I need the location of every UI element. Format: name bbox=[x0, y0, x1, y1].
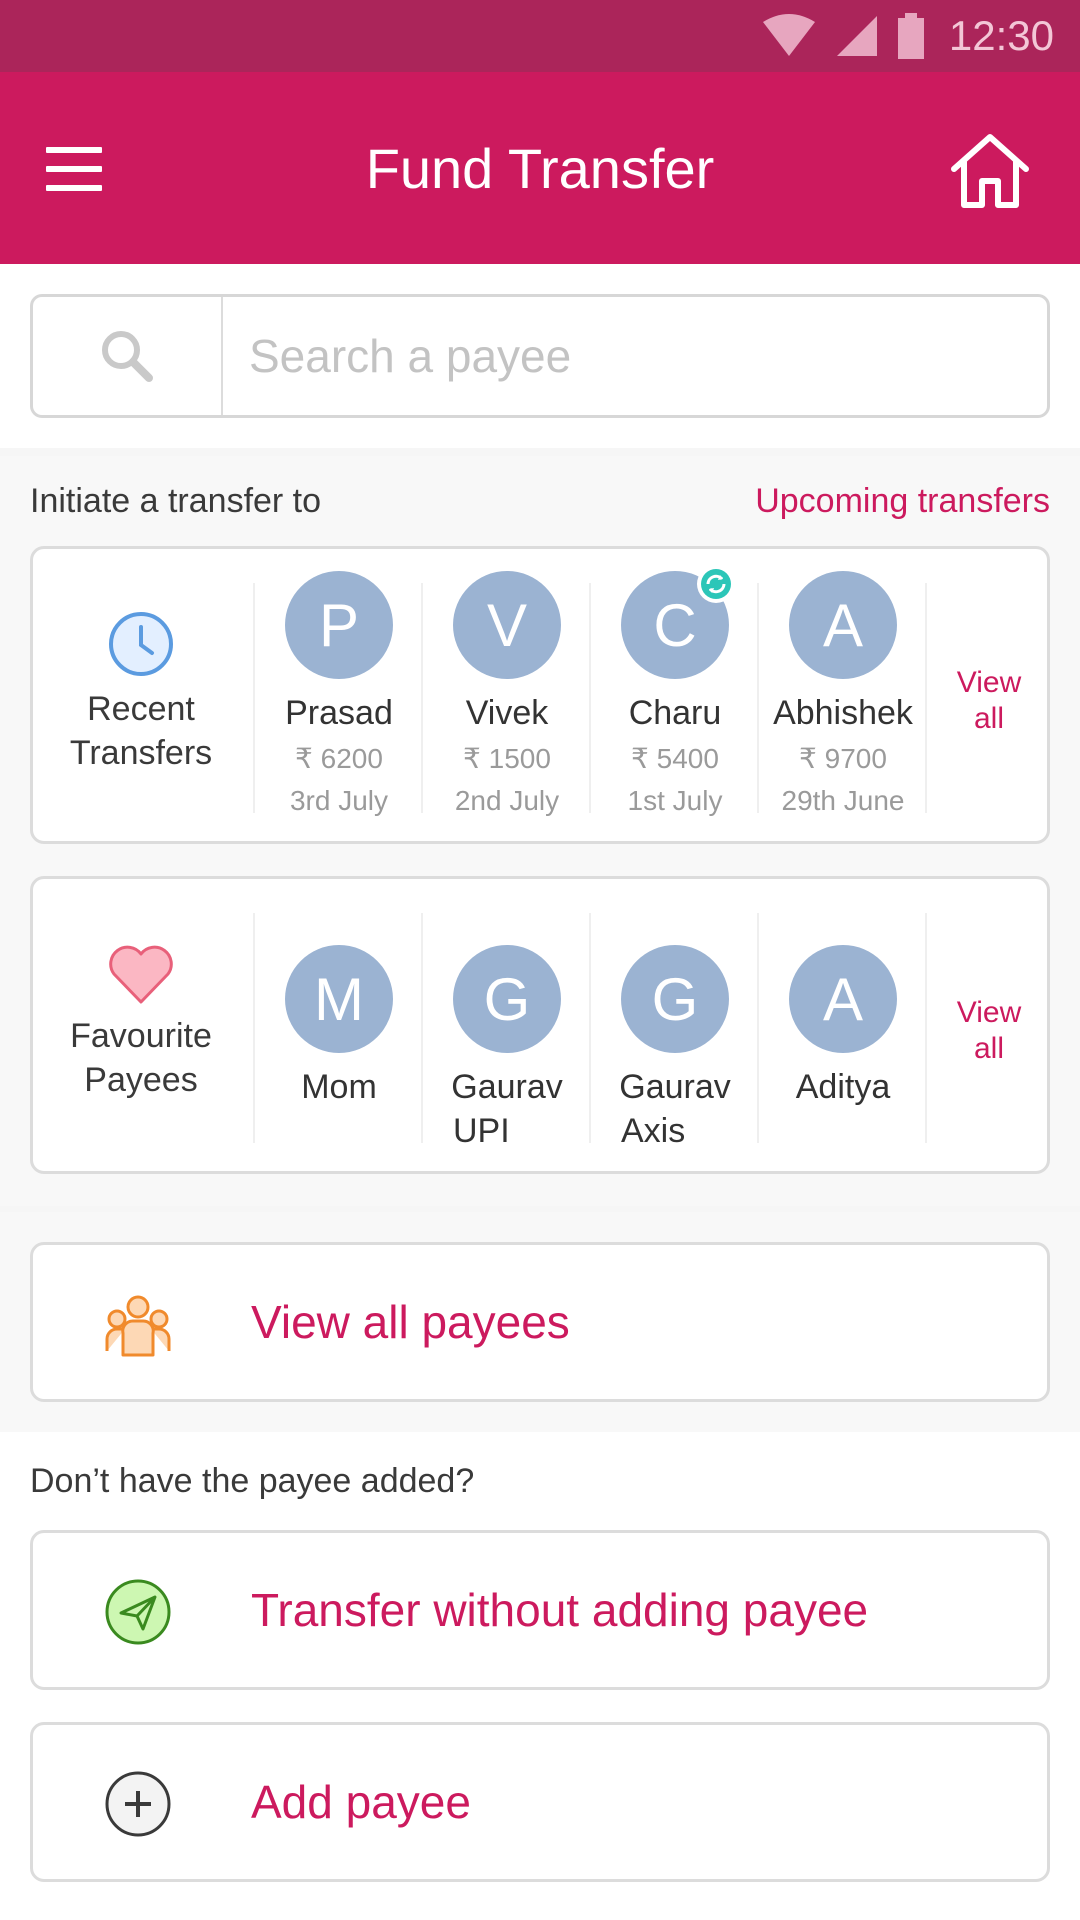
fav-label-line2: Payees bbox=[84, 1061, 198, 1099]
transfer-amount: ₹ 5400 bbox=[631, 743, 719, 774]
favourite-payees-label: Favourite Payees bbox=[41, 1014, 241, 1102]
avatar: M bbox=[285, 945, 393, 1053]
recurring-icon bbox=[697, 565, 735, 603]
divider bbox=[925, 583, 927, 813]
person-name: Abhishek bbox=[773, 694, 913, 732]
initiate-heading: Initiate a transfer to bbox=[30, 482, 322, 520]
favourites-view-all-link[interactable]: View all bbox=[937, 995, 1041, 1067]
recent-person-vivek[interactable]: V Vivek ₹ 1500 2nd July bbox=[423, 571, 591, 823]
payee-name: Mom bbox=[255, 1065, 423, 1109]
search-icon-cell bbox=[33, 297, 223, 415]
view-all-line1: View bbox=[956, 996, 1022, 1029]
add-payee-button[interactable]: Add payee bbox=[30, 1722, 1050, 1882]
favourite-payee-mom[interactable]: M Mom bbox=[255, 945, 423, 1109]
search-input[interactable] bbox=[223, 297, 1047, 415]
favourite-payees-lead[interactable]: Favourite Payees bbox=[33, 879, 249, 1171]
upcoming-transfers-link[interactable]: Upcoming transfers bbox=[755, 482, 1050, 521]
recent-label-line1: Recent bbox=[87, 690, 195, 728]
initiate-section: Initiate a transfer to Upcoming transfer… bbox=[0, 456, 1080, 1206]
avatar: V bbox=[453, 571, 561, 679]
search-box[interactable] bbox=[30, 294, 1050, 418]
payee-name-line2: Axis bbox=[621, 1112, 686, 1150]
avatar: G bbox=[453, 945, 561, 1053]
person-name: Charu bbox=[628, 694, 722, 732]
view-all-line1: View bbox=[956, 666, 1022, 699]
avatar: P bbox=[285, 571, 393, 679]
avatar: A bbox=[789, 945, 897, 1053]
recent-transfers-card: Recent Transfers P Prasad ₹ 6200 3rd Jul… bbox=[30, 546, 1050, 844]
favourite-payee-gaurav-axis[interactable]: G Gaurav Axis bbox=[591, 945, 759, 1153]
send-icon bbox=[105, 1579, 171, 1645]
recent-person-abhishek[interactable]: A Abhishek ₹ 9700 29th June bbox=[759, 571, 927, 823]
payee-name: Aditya bbox=[759, 1065, 927, 1109]
transfer-amount: ₹ 9700 bbox=[799, 743, 887, 774]
no-payee-heading: Don’t have the payee added? bbox=[30, 1462, 475, 1500]
home-icon[interactable] bbox=[948, 129, 1032, 213]
menu-icon[interactable] bbox=[46, 147, 106, 191]
payee-name-line1: Mom bbox=[301, 1068, 377, 1106]
app-bar: Fund Transfer bbox=[0, 72, 1080, 264]
recent-person-prasad[interactable]: P Prasad ₹ 6200 3rd July bbox=[255, 571, 423, 823]
person-name: Prasad bbox=[285, 694, 393, 732]
payee-name: Gaurav Axis bbox=[591, 1065, 759, 1153]
recent-view-all-link[interactable]: View all bbox=[937, 665, 1041, 737]
avatar-initial: C bbox=[653, 591, 697, 659]
payee-name-line1: Gaurav bbox=[619, 1068, 731, 1106]
page-title: Fund Transfer bbox=[365, 136, 715, 200]
favourite-payee-aditya[interactable]: A Aditya bbox=[759, 945, 927, 1109]
recent-person-charu[interactable]: C Charu ₹ 5400 1st July bbox=[591, 565, 759, 823]
transfer-amount: ₹ 1500 bbox=[463, 743, 551, 774]
transfer-date: 2nd July bbox=[454, 785, 560, 816]
recent-transfers-lead[interactable]: Recent Transfers bbox=[33, 549, 249, 841]
wifi-icon bbox=[762, 14, 815, 56]
view-all-line2: all bbox=[973, 702, 1004, 735]
payee-name-line1: Gaurav bbox=[451, 1068, 563, 1106]
recent-transfers-label: Recent Transfers bbox=[41, 687, 241, 775]
no-payee-section: Don’t have the payee added? Transfer wit… bbox=[0, 1432, 1080, 1920]
person-name: Vivek bbox=[465, 694, 549, 732]
avatar: G bbox=[621, 945, 729, 1053]
payee-name: Gaurav UPI bbox=[423, 1065, 591, 1153]
heart-icon bbox=[109, 945, 173, 1004]
favourite-payee-gaurav-upi[interactable]: G Gaurav UPI bbox=[423, 945, 591, 1153]
plus-circle-icon bbox=[105, 1771, 171, 1837]
recent-label-line2: Transfers bbox=[69, 734, 213, 772]
payee-name-line1: Aditya bbox=[795, 1068, 891, 1106]
view-all-line2: all bbox=[973, 1032, 1004, 1065]
battery-icon bbox=[897, 13, 924, 59]
add-payee-label: Add payee bbox=[251, 1776, 471, 1828]
divider bbox=[925, 913, 927, 1143]
view-all-payees-section: View all payees bbox=[0, 1212, 1080, 1432]
transfer-date: 29th June bbox=[781, 785, 905, 816]
transfer-amount: ₹ 6200 bbox=[295, 743, 383, 774]
transfer-date: 3rd July bbox=[289, 785, 389, 816]
group-icon bbox=[105, 1295, 171, 1357]
transfer-without-payee-button[interactable]: Transfer without adding payee bbox=[30, 1530, 1050, 1690]
signal-icon bbox=[836, 16, 877, 56]
view-all-payees-label: View all payees bbox=[251, 1296, 570, 1348]
transfer-without-payee-label: Transfer without adding payee bbox=[251, 1584, 869, 1636]
avatar: A bbox=[789, 571, 897, 679]
favourite-payees-card: Favourite Payees M Mom G Gaurav UPI G Ga… bbox=[30, 876, 1050, 1174]
status-bar: 12:30 bbox=[0, 0, 1080, 72]
transfer-date: 1st July bbox=[627, 785, 723, 816]
payee-name-line2: UPI bbox=[453, 1112, 510, 1150]
search-icon bbox=[102, 331, 153, 382]
clock-icon bbox=[109, 612, 173, 676]
avatar: C bbox=[621, 565, 735, 679]
fav-label-line1: Favourite bbox=[70, 1017, 212, 1055]
status-time: 12:30 bbox=[948, 12, 1054, 59]
view-all-payees-button[interactable]: View all payees bbox=[30, 1242, 1050, 1402]
search-section bbox=[0, 264, 1080, 448]
